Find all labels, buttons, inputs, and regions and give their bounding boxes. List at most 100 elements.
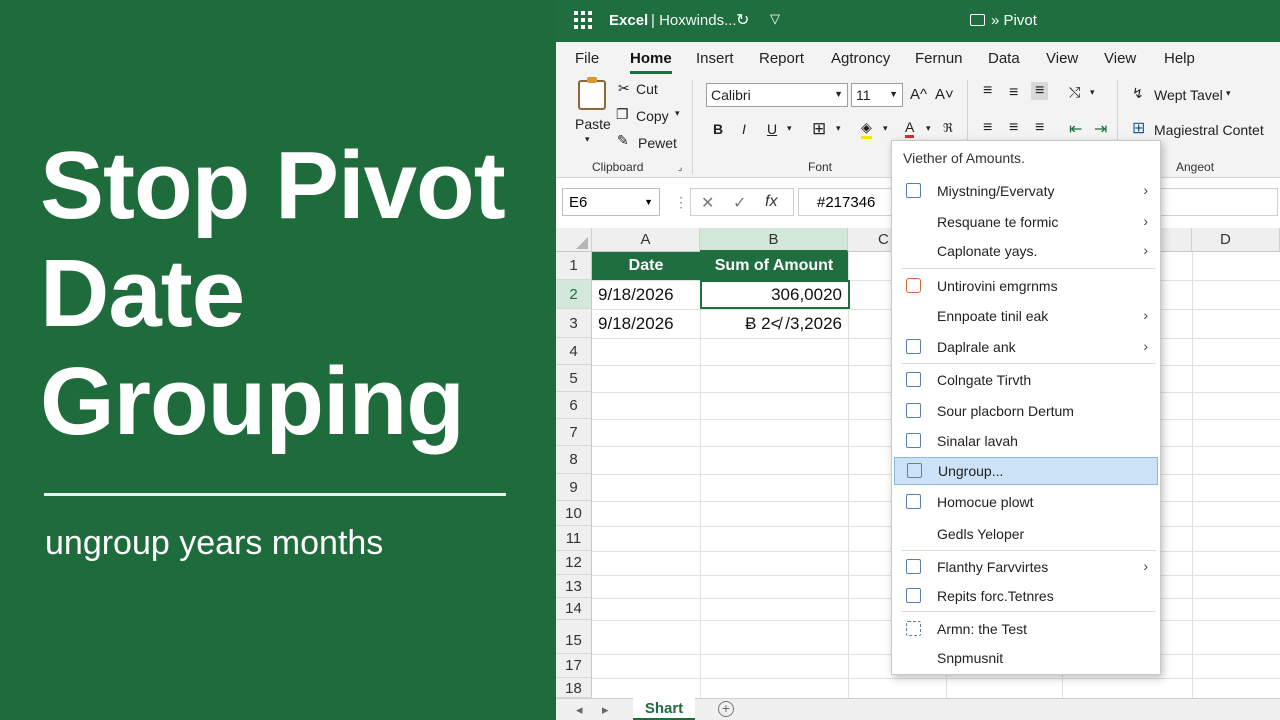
clear-format-icon[interactable]: ℜ bbox=[943, 121, 953, 135]
app-launcher-icon[interactable] bbox=[574, 11, 592, 29]
row-header[interactable]: 15 bbox=[556, 620, 592, 654]
menu-item[interactable]: Sinalar lavah bbox=[894, 427, 1158, 455]
row-header[interactable]: 10 bbox=[556, 501, 592, 526]
grow-font-button[interactable]: A^ bbox=[910, 86, 927, 103]
wrap-text-icon[interactable]: ↯ bbox=[1132, 85, 1144, 102]
copy-icon[interactable]: ❐ bbox=[616, 106, 629, 123]
tab-help[interactable]: Help bbox=[1164, 50, 1195, 67]
row-header[interactable]: 18 bbox=[556, 678, 592, 698]
paste-button[interactable]: Paste bbox=[575, 116, 611, 132]
decrease-indent-icon[interactable]: ⇤ bbox=[1069, 119, 1082, 139]
tab-report[interactable]: Report bbox=[759, 50, 804, 67]
tab-fernun[interactable]: Fernun bbox=[915, 50, 963, 67]
tab-home[interactable]: Home bbox=[630, 50, 672, 74]
align-right-icon[interactable]: ≡ bbox=[1035, 119, 1044, 137]
row-header[interactable]: 11 bbox=[556, 526, 592, 551]
tab-agtroncy[interactable]: Agtroncy bbox=[831, 50, 890, 67]
column-header-d[interactable]: D bbox=[1192, 228, 1280, 252]
quick-access-dropdown-icon[interactable]: ▽ bbox=[770, 11, 780, 27]
menu-item[interactable]: Gedls Yeloper bbox=[894, 520, 1158, 548]
paste-icon[interactable] bbox=[578, 77, 606, 110]
orientation-icon[interactable]: ⤭ bbox=[1069, 84, 1080, 101]
paste-dropdown-icon[interactable]: ▾ bbox=[585, 134, 590, 145]
menu-item[interactable]: Repits forc.Tetnres bbox=[894, 582, 1158, 610]
menu-item[interactable]: Miystning/Evervaty › bbox=[894, 177, 1158, 205]
cut-button[interactable]: Cut bbox=[636, 81, 658, 97]
column-header-b[interactable]: B bbox=[700, 228, 848, 252]
borders-dropdown-icon[interactable]: ▾ bbox=[836, 123, 841, 134]
insert-function-button[interactable]: fx bbox=[765, 193, 777, 211]
font-name-combo[interactable]: Calibri ▼ bbox=[706, 83, 848, 107]
tab-view-1[interactable]: View bbox=[1046, 50, 1078, 67]
wrap-text-dropdown-icon[interactable]: ▾ bbox=[1226, 88, 1231, 99]
row-header[interactable]: 12 bbox=[556, 551, 592, 575]
underline-button[interactable]: U bbox=[767, 121, 777, 137]
format-painter-button[interactable]: Pewet bbox=[638, 135, 677, 151]
fill-color-icon[interactable]: ◈ bbox=[861, 119, 872, 139]
menu-item[interactable]: Resquane te formic › bbox=[894, 208, 1158, 236]
add-sheet-icon[interactable]: + bbox=[718, 701, 734, 717]
menu-item[interactable]: Flanthy Farvvirtes › bbox=[894, 553, 1158, 581]
align-middle-icon[interactable]: ≡ bbox=[1009, 84, 1018, 102]
name-box[interactable]: E6 ▼ bbox=[562, 188, 660, 216]
select-all-corner[interactable] bbox=[556, 228, 592, 252]
font-color-dropdown-icon[interactable]: ▾ bbox=[926, 123, 931, 134]
menu-item[interactable]: Armn: the Test bbox=[894, 615, 1158, 643]
row-header[interactable]: 7 bbox=[556, 419, 592, 446]
increase-indent-icon[interactable]: ⇥ bbox=[1094, 119, 1107, 139]
row-header[interactable]: 2 bbox=[556, 280, 592, 309]
tab-data[interactable]: Data bbox=[988, 50, 1020, 67]
menu-item[interactable]: Daplrale ank › bbox=[894, 333, 1158, 361]
menu-item[interactable]: Ennpoate tinil eak › bbox=[894, 302, 1158, 330]
cancel-icon[interactable]: ✕ bbox=[701, 193, 714, 213]
row-header[interactable]: 5 bbox=[556, 365, 592, 392]
merge-icon[interactable]: ⊞ bbox=[1132, 118, 1145, 138]
document-name[interactable]: | Hoxwinds... bbox=[651, 12, 737, 29]
menu-item[interactable]: Homocue plowt bbox=[894, 488, 1158, 516]
menu-item[interactable]: Sour placborn Dertum bbox=[894, 397, 1158, 425]
align-top-icon[interactable]: ≡ bbox=[983, 82, 992, 100]
copy-dropdown-icon[interactable]: ▾ bbox=[675, 108, 680, 119]
cell-b3[interactable]: Ƀ 2≮ /3,2026 bbox=[700, 309, 848, 338]
enter-icon[interactable]: ✓ bbox=[733, 193, 746, 213]
orientation-dropdown-icon[interactable]: ▾ bbox=[1090, 87, 1095, 98]
row-header[interactable]: 1 bbox=[556, 252, 592, 280]
align-left-icon[interactable]: ≡ bbox=[983, 119, 992, 137]
row-header[interactable]: 8 bbox=[556, 446, 592, 474]
align-bottom-icon[interactable]: ≡ bbox=[1031, 82, 1049, 100]
font-color-icon[interactable]: A bbox=[905, 119, 915, 138]
tab-file[interactable]: File bbox=[575, 50, 599, 67]
row-header[interactable]: 6 bbox=[556, 392, 592, 419]
pivot-header-date[interactable]: Date bbox=[592, 252, 700, 280]
format-painter-icon[interactable]: ✎ bbox=[617, 132, 629, 149]
menu-item-ungroup[interactable]: Ungroup... bbox=[894, 457, 1158, 485]
row-header[interactable]: 3 bbox=[556, 309, 592, 338]
row-header[interactable]: 9 bbox=[556, 474, 592, 501]
italic-button[interactable]: I bbox=[742, 121, 746, 137]
cut-icon[interactable]: ✂ bbox=[618, 80, 630, 97]
sheet-tab[interactable]: Shart bbox=[633, 698, 695, 720]
merge-button[interactable]: Magiestral Contet bbox=[1154, 122, 1264, 138]
scroll-right-icon[interactable]: ▸ bbox=[602, 702, 609, 718]
tab-view-2[interactable]: View bbox=[1104, 50, 1136, 67]
menu-item[interactable]: Untirovini emgrnms bbox=[894, 272, 1158, 300]
shrink-font-button[interactable]: A˅ bbox=[935, 86, 954, 103]
menu-item[interactable]: Snpmusnit bbox=[894, 644, 1158, 672]
underline-dropdown-icon[interactable]: ▾ bbox=[787, 123, 792, 134]
menu-item[interactable]: Colngate Tirvth bbox=[894, 366, 1158, 394]
font-size-combo[interactable]: 11 ▼ bbox=[851, 83, 903, 107]
column-header-a[interactable]: A bbox=[592, 228, 700, 252]
clipboard-launcher-icon[interactable]: ⌟ bbox=[678, 162, 682, 173]
menu-item[interactable]: Caplonate yays. › bbox=[894, 237, 1158, 265]
cell-a2[interactable]: 9/18/2026 bbox=[592, 280, 700, 309]
bold-button[interactable]: B bbox=[713, 121, 723, 137]
row-header[interactable]: 17 bbox=[556, 654, 592, 678]
row-header[interactable]: 4 bbox=[556, 338, 592, 365]
fill-color-dropdown-icon[interactable]: ▾ bbox=[883, 123, 888, 134]
copy-button[interactable]: Copy bbox=[636, 108, 669, 124]
wrap-text-button[interactable]: Wept Tavel bbox=[1154, 87, 1223, 103]
scroll-left-icon[interactable]: ◂ bbox=[576, 702, 583, 718]
pivot-header-sum-of-amount[interactable]: Sum of Amount bbox=[700, 252, 848, 280]
row-header[interactable]: 14 bbox=[556, 598, 592, 620]
cell-b2[interactable]: 306,0020 bbox=[700, 280, 850, 309]
